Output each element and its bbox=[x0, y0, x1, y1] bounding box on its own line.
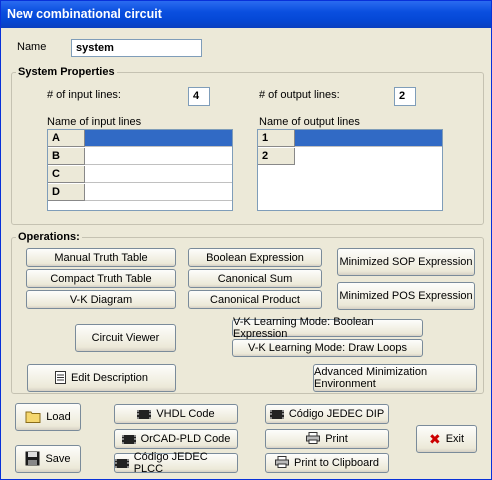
minimized-pos-button[interactable]: Minimized POS Expression bbox=[337, 282, 475, 310]
output-lines-grid[interactable]: 1 2 bbox=[257, 129, 443, 211]
canonical-product-button[interactable]: Canonical Product bbox=[188, 290, 322, 309]
load-button[interactable]: Load bbox=[15, 403, 81, 431]
title-bar: New combinational circuit bbox=[1, 1, 491, 28]
close-icon: ✖ bbox=[428, 431, 441, 447]
input-row-cell[interactable] bbox=[85, 130, 232, 147]
input-row-cell[interactable] bbox=[85, 184, 232, 201]
output-row-header: 2 bbox=[258, 148, 295, 165]
printer-icon bbox=[275, 456, 289, 470]
edit-description-button[interactable]: Edit Description bbox=[27, 364, 176, 392]
input-row[interactable]: D bbox=[48, 184, 232, 201]
chip-icon bbox=[269, 409, 284, 419]
system-properties-title: System Properties bbox=[16, 66, 117, 78]
input-row[interactable]: A bbox=[48, 130, 232, 147]
input-row-header: C bbox=[48, 166, 85, 183]
vk-learning-loops-button[interactable]: V-K Learning Mode: Draw Loops bbox=[232, 339, 423, 357]
floppy-disk-icon bbox=[25, 451, 40, 468]
name-field[interactable]: system bbox=[71, 39, 202, 57]
input-row[interactable]: B bbox=[48, 148, 232, 165]
print-button[interactable]: Print bbox=[265, 429, 389, 449]
input-lines-field[interactable]: 4 bbox=[188, 87, 210, 106]
load-label: Load bbox=[46, 411, 71, 423]
canonical-sum-button[interactable]: Canonical Sum bbox=[188, 269, 322, 288]
circuit-viewer-button[interactable]: Circuit Viewer bbox=[75, 324, 176, 352]
boolean-expression-button[interactable]: Boolean Expression bbox=[188, 248, 322, 267]
vhdl-label: VHDL Code bbox=[156, 408, 215, 420]
edit-description-label: Edit Description bbox=[70, 372, 149, 384]
print-label: Print bbox=[325, 433, 348, 445]
output-row-cell[interactable] bbox=[295, 130, 442, 147]
print-clipboard-button[interactable]: Print to Clipboard bbox=[265, 453, 389, 473]
folder-icon bbox=[25, 410, 41, 425]
name-label: Name bbox=[17, 41, 47, 53]
vk-diagram-button[interactable]: V-K Diagram bbox=[26, 290, 176, 309]
exit-label: Exit bbox=[445, 433, 465, 445]
output-row[interactable]: 1 bbox=[258, 130, 442, 147]
orcad-label: OrCAD-PLD Code bbox=[140, 433, 231, 445]
input-lines-value: 4 bbox=[193, 90, 200, 102]
operations-title: Operations: bbox=[16, 231, 82, 243]
window-title: New combinational circuit bbox=[7, 7, 162, 21]
jedec-plcc-label: Código JEDEC PLCC bbox=[133, 451, 208, 475]
printer-icon bbox=[306, 432, 321, 446]
document-icon bbox=[54, 370, 66, 386]
input-row[interactable]: C bbox=[48, 166, 232, 183]
exit-button[interactable]: ✖ Exit bbox=[416, 425, 477, 453]
input-names-label: Name of input lines bbox=[47, 116, 142, 128]
chip-icon bbox=[115, 458, 129, 468]
output-row[interactable]: 2 bbox=[258, 148, 442, 165]
minimized-sop-button[interactable]: Minimized SOP Expression bbox=[337, 248, 475, 276]
jedec-plcc-button[interactable]: Código JEDEC PLCC bbox=[114, 451, 238, 475]
chip-icon bbox=[137, 409, 152, 419]
jedec-dip-label: Código JEDEC DIP bbox=[288, 408, 385, 420]
output-lines-label: # of output lines: bbox=[259, 89, 340, 101]
vhdl-code-button[interactable]: VHDL Code bbox=[114, 404, 238, 424]
input-row-header: A bbox=[48, 130, 85, 147]
save-button[interactable]: Save bbox=[15, 445, 81, 473]
input-row-cell[interactable] bbox=[85, 166, 232, 183]
dialog-window: New combinational circuit Name system Sy… bbox=[0, 0, 492, 480]
output-lines-field[interactable]: 2 bbox=[394, 87, 416, 106]
output-row-header: 1 bbox=[258, 130, 295, 147]
save-label: Save bbox=[45, 453, 71, 465]
compact-truth-table-button[interactable]: Compact Truth Table bbox=[26, 269, 176, 288]
name-value: system bbox=[76, 42, 114, 54]
output-names-label: Name of output lines bbox=[259, 116, 360, 128]
input-row-header: B bbox=[48, 148, 85, 165]
input-row-cell[interactable] bbox=[85, 148, 232, 165]
input-row-header: D bbox=[48, 184, 85, 201]
output-lines-value: 2 bbox=[399, 90, 406, 102]
print-clipboard-label: Print to Clipboard bbox=[294, 457, 379, 469]
jedec-dip-button[interactable]: Código JEDEC DIP bbox=[265, 404, 389, 424]
vk-learning-boolean-button[interactable]: V-K Learning Mode: Boolean Expression bbox=[232, 316, 423, 340]
orcad-pld-button[interactable]: OrCAD-PLD Code bbox=[114, 429, 238, 449]
advanced-minimization-button[interactable]: Advanced Minimization Environment bbox=[313, 364, 477, 392]
input-lines-label: # of input lines: bbox=[47, 89, 121, 101]
input-lines-grid[interactable]: A B C D bbox=[47, 129, 233, 211]
chip-icon bbox=[121, 434, 136, 444]
manual-truth-table-button[interactable]: Manual Truth Table bbox=[26, 248, 176, 267]
